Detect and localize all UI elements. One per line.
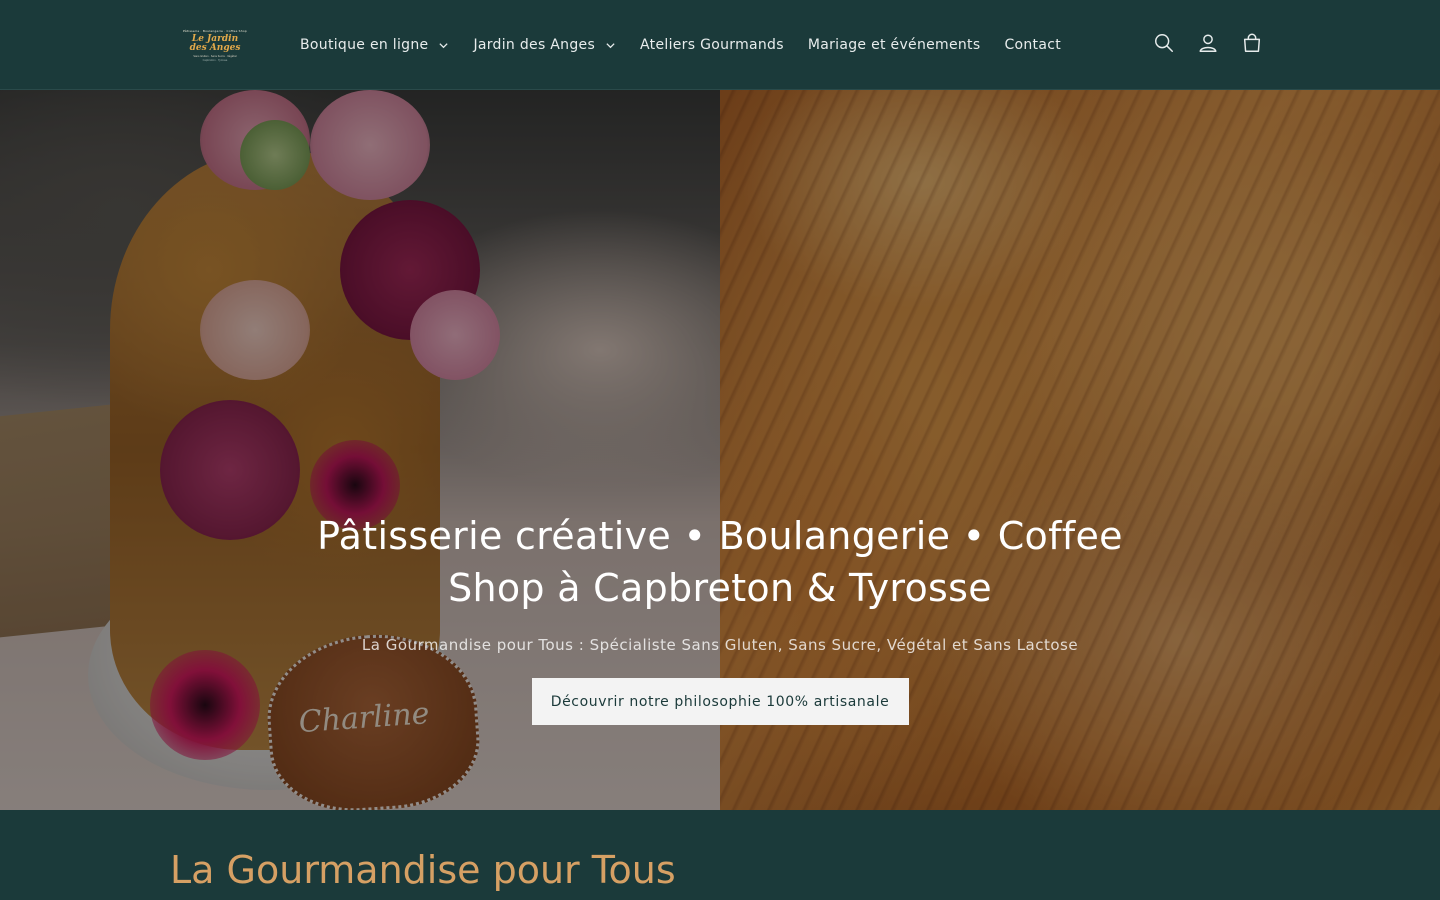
hero-content: Pâtisserie créative • Boulangerie • Coff… [0,90,1440,810]
search-icon [1153,32,1175,58]
nav-item-label: Jardin des Anges [473,37,596,53]
nav-item-ateliers-gourmands[interactable]: Ateliers Gourmands [628,25,796,65]
hero-subtitle: La Gourmandise pour Tous : Spécialiste S… [361,636,1079,654]
nav-item-boutique-en-ligne[interactable]: Boutique en ligne [288,25,461,65]
cart-button[interactable] [1230,23,1274,67]
nav-item-label: Boutique en ligne [300,37,429,53]
chevron-down-icon [605,40,616,51]
logo-locations: Capbreton · Tyrosse [202,58,228,62]
nav-item-contact[interactable]: Contact [992,25,1073,65]
main-nav: Boutique en ligne Jardin des Anges Ateli… [288,0,1073,90]
account-icon [1197,32,1219,58]
account-button[interactable] [1186,23,1230,67]
philosophy-button[interactable]: Découvrir notre philosophie 100% artisan… [531,678,909,725]
nav-item-label: Ateliers Gourmands [640,37,784,53]
hero-banner: Charline Pâtisserie créative • Boulanger… [0,90,1440,810]
nav-item-jardin-des-anges[interactable]: Jardin des Anges [461,25,628,65]
nav-item-label: Contact [1004,37,1062,53]
hero-title: Pâtisserie créative • Boulangerie • Coff… [317,514,1123,610]
site-header: Pâtisserie · Boulangerie · Coffee Shop L… [0,0,1440,90]
nav-item-mariage-evenements[interactable]: Mariage et événements [796,25,993,65]
cart-icon [1241,32,1263,58]
logo-tagline: Pâtisserie · Boulangerie · Coffee Shop [183,28,247,33]
site-logo[interactable]: Pâtisserie · Boulangerie · Coffee Shop L… [183,18,247,72]
search-button[interactable] [1142,23,1186,67]
logo-name-line2: des Anges [189,42,241,53]
nav-item-label: Mariage et événements [807,37,981,53]
header-actions [1142,0,1274,90]
chevron-down-icon [438,40,449,51]
logo-specialties: Sans Gluten · Sans Sucre · Végétal [193,54,237,58]
section-title: La Gourmandise pour Tous [170,848,676,892]
